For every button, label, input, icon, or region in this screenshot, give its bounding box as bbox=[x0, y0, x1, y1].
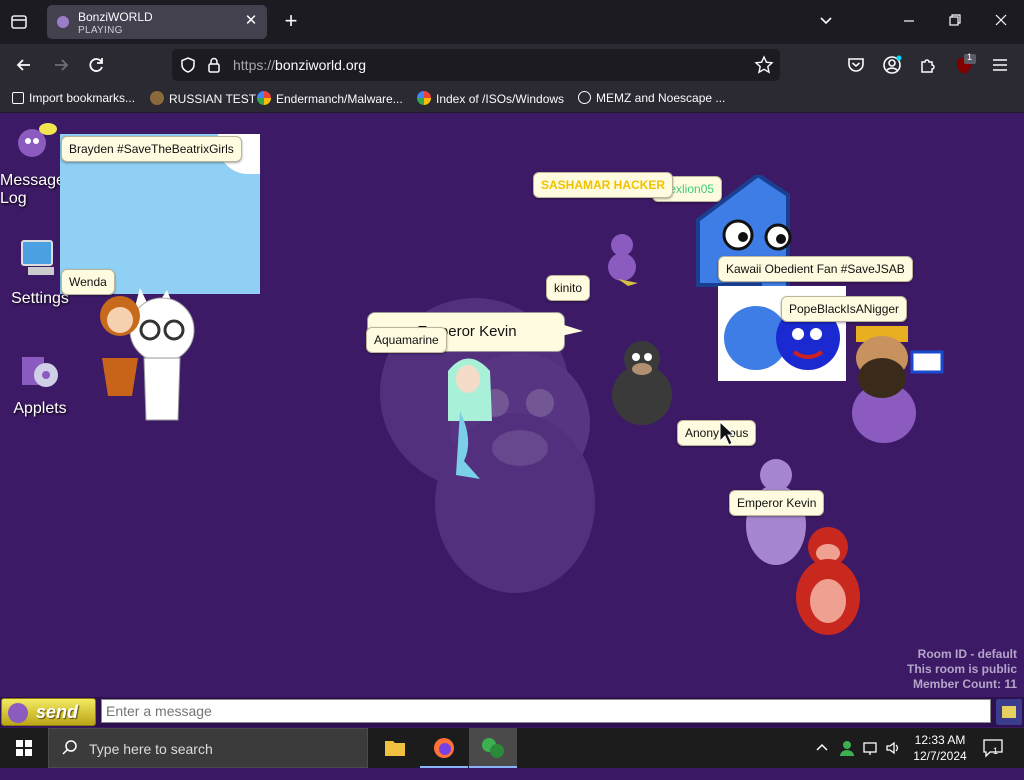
send-button[interactable]: send bbox=[1, 698, 96, 726]
user-avatar-anonymous[interactable] bbox=[600, 335, 685, 427]
russian-test-favicon-icon bbox=[150, 91, 164, 105]
google-icon bbox=[417, 91, 431, 105]
bonziworld-room: Message Log Settings Applets Brayden #Sa… bbox=[0, 113, 1024, 727]
emoji-picker-icon[interactable] bbox=[996, 699, 1022, 725]
applets-icon-button[interactable]: Applets bbox=[0, 347, 80, 418]
bookmarks-toolbar: Import bookmarks... RUSSIAN TEST Enderma… bbox=[0, 86, 1024, 113]
bonzi-head-icon bbox=[8, 703, 28, 723]
restore-icon[interactable] bbox=[948, 12, 962, 31]
url-text[interactable]: https://bonziworld.org bbox=[233, 57, 366, 73]
lock-icon[interactable] bbox=[206, 56, 222, 79]
clock-time: 12:33 AM bbox=[914, 733, 966, 747]
active-tab[interactable]: BonziWORLD PLAYING ✕ bbox=[47, 5, 267, 39]
pocket-icon[interactable] bbox=[845, 54, 867, 76]
tab-subtitle: PLAYING bbox=[78, 25, 123, 36]
username-bubble[interactable]: Anonymous bbox=[677, 420, 757, 446]
user-avatar-pope[interactable] bbox=[842, 318, 947, 448]
import-icon bbox=[12, 92, 24, 104]
applets-label: Applets bbox=[13, 400, 67, 417]
username-bubble[interactable]: Wenda bbox=[61, 269, 115, 295]
tab-title: BonziWORLD bbox=[78, 10, 153, 24]
bookmark-isos[interactable]: Index of /ISOs/Windows bbox=[417, 91, 564, 106]
chat-bar: send bbox=[0, 697, 1024, 727]
windows-start-icon[interactable] bbox=[0, 728, 48, 768]
show-hidden-icons-chevron-icon[interactable] bbox=[814, 740, 830, 780]
address-bar[interactable]: https://bonziworld.org bbox=[172, 49, 780, 81]
room-info: Room ID - default This room is public Me… bbox=[907, 647, 1017, 692]
bookmark-import[interactable]: Import bookmarks... bbox=[12, 91, 135, 105]
bookmark-memz[interactable]: MEMZ and Noescape ... bbox=[578, 91, 725, 105]
extensions-puzzle-icon[interactable] bbox=[917, 54, 939, 76]
user-avatar-kinito[interactable] bbox=[598, 231, 648, 286]
file-explorer-icon[interactable] bbox=[371, 728, 419, 768]
extension-badge: 1 bbox=[967, 52, 973, 62]
speech-bubble-tail bbox=[561, 324, 583, 336]
chat-message-input[interactable] bbox=[101, 699, 991, 723]
user-avatar-aquamarine[interactable] bbox=[440, 351, 500, 481]
new-tab-icon[interactable]: + bbox=[281, 10, 301, 32]
forward-arrow-icon[interactable] bbox=[50, 54, 72, 76]
network-icon[interactable] bbox=[862, 739, 880, 779]
notification-count: 1 bbox=[993, 746, 999, 756]
tab-close-icon[interactable]: ✕ bbox=[243, 13, 259, 29]
reload-icon[interactable] bbox=[85, 54, 107, 76]
username-bubble[interactable]: Aquamarine bbox=[366, 327, 447, 353]
bonzi-taskbar-icon[interactable] bbox=[469, 728, 517, 768]
user-avatar-red-bonzi[interactable] bbox=[788, 525, 870, 643]
browser-tab-bar: BonziWORLD PLAYING ✕ + bbox=[0, 0, 1024, 44]
globe-icon bbox=[578, 91, 591, 104]
notification-center-icon[interactable]: 1 bbox=[982, 738, 1004, 778]
hamburger-menu-icon[interactable] bbox=[989, 54, 1011, 76]
browser-nav-bar: https://bonziworld.org 1 bbox=[0, 44, 1024, 86]
username-bubble[interactable]: Kawaii Obedient Fan #SaveJSAB bbox=[718, 256, 913, 282]
username-bubble[interactable]: Brayden #SaveTheBeatrixGirls bbox=[61, 136, 242, 162]
windows-taskbar: Type here to search 12:33 AM 12/7/2024 1 bbox=[0, 728, 1024, 768]
taskbar-clock[interactable]: 12:33 AM 12/7/2024 bbox=[900, 732, 980, 764]
username-bubble[interactable]: Emperor Kevin bbox=[729, 490, 825, 516]
purple-gorilla-chat-icon bbox=[18, 123, 57, 157]
search-placeholder: Type here to search bbox=[89, 741, 213, 757]
room-public-label: This room is public bbox=[906, 662, 1017, 676]
bookmark-russian-test[interactable]: RUSSIAN TEST bbox=[150, 91, 256, 106]
applets-box-icon bbox=[22, 357, 58, 387]
list-all-tabs-chevron-icon[interactable] bbox=[818, 12, 834, 31]
search-icon bbox=[61, 739, 79, 762]
minimize-icon[interactable] bbox=[902, 12, 916, 31]
username-bubble[interactable]: SASHAMAR HACKER bbox=[533, 172, 674, 198]
shield-icon[interactable] bbox=[179, 56, 197, 79]
firefox-taskbar-icon[interactable] bbox=[420, 728, 468, 768]
message-log-label: Message Log bbox=[0, 172, 65, 207]
mouse-cursor-icon bbox=[719, 421, 735, 446]
computer-settings-icon bbox=[21, 240, 54, 275]
tab-list-icon[interactable] bbox=[8, 11, 30, 33]
send-label: send bbox=[36, 702, 79, 722]
room-id-label: Room ID - default bbox=[917, 647, 1017, 661]
clock-date: 12/7/2024 bbox=[913, 749, 967, 763]
agent-tray-icon[interactable] bbox=[838, 739, 856, 779]
username-bubble[interactable]: kinito bbox=[546, 275, 591, 301]
taskbar-search-box[interactable]: Type here to search bbox=[48, 728, 368, 768]
user-avatar-wenda[interactable] bbox=[92, 288, 212, 423]
google-icon bbox=[257, 91, 271, 105]
close-window-icon[interactable] bbox=[994, 12, 1008, 31]
bookmark-endermanch[interactable]: Endermanch/Malware... bbox=[257, 91, 403, 106]
back-arrow-icon[interactable] bbox=[13, 54, 35, 76]
account-icon[interactable] bbox=[881, 54, 903, 76]
bonzi-favicon-icon bbox=[57, 16, 69, 28]
ublock-origin-icon[interactable]: 1 bbox=[953, 52, 976, 76]
room-member-count: Member Count: 11 bbox=[912, 677, 1017, 691]
bookmark-star-icon[interactable] bbox=[754, 55, 774, 80]
